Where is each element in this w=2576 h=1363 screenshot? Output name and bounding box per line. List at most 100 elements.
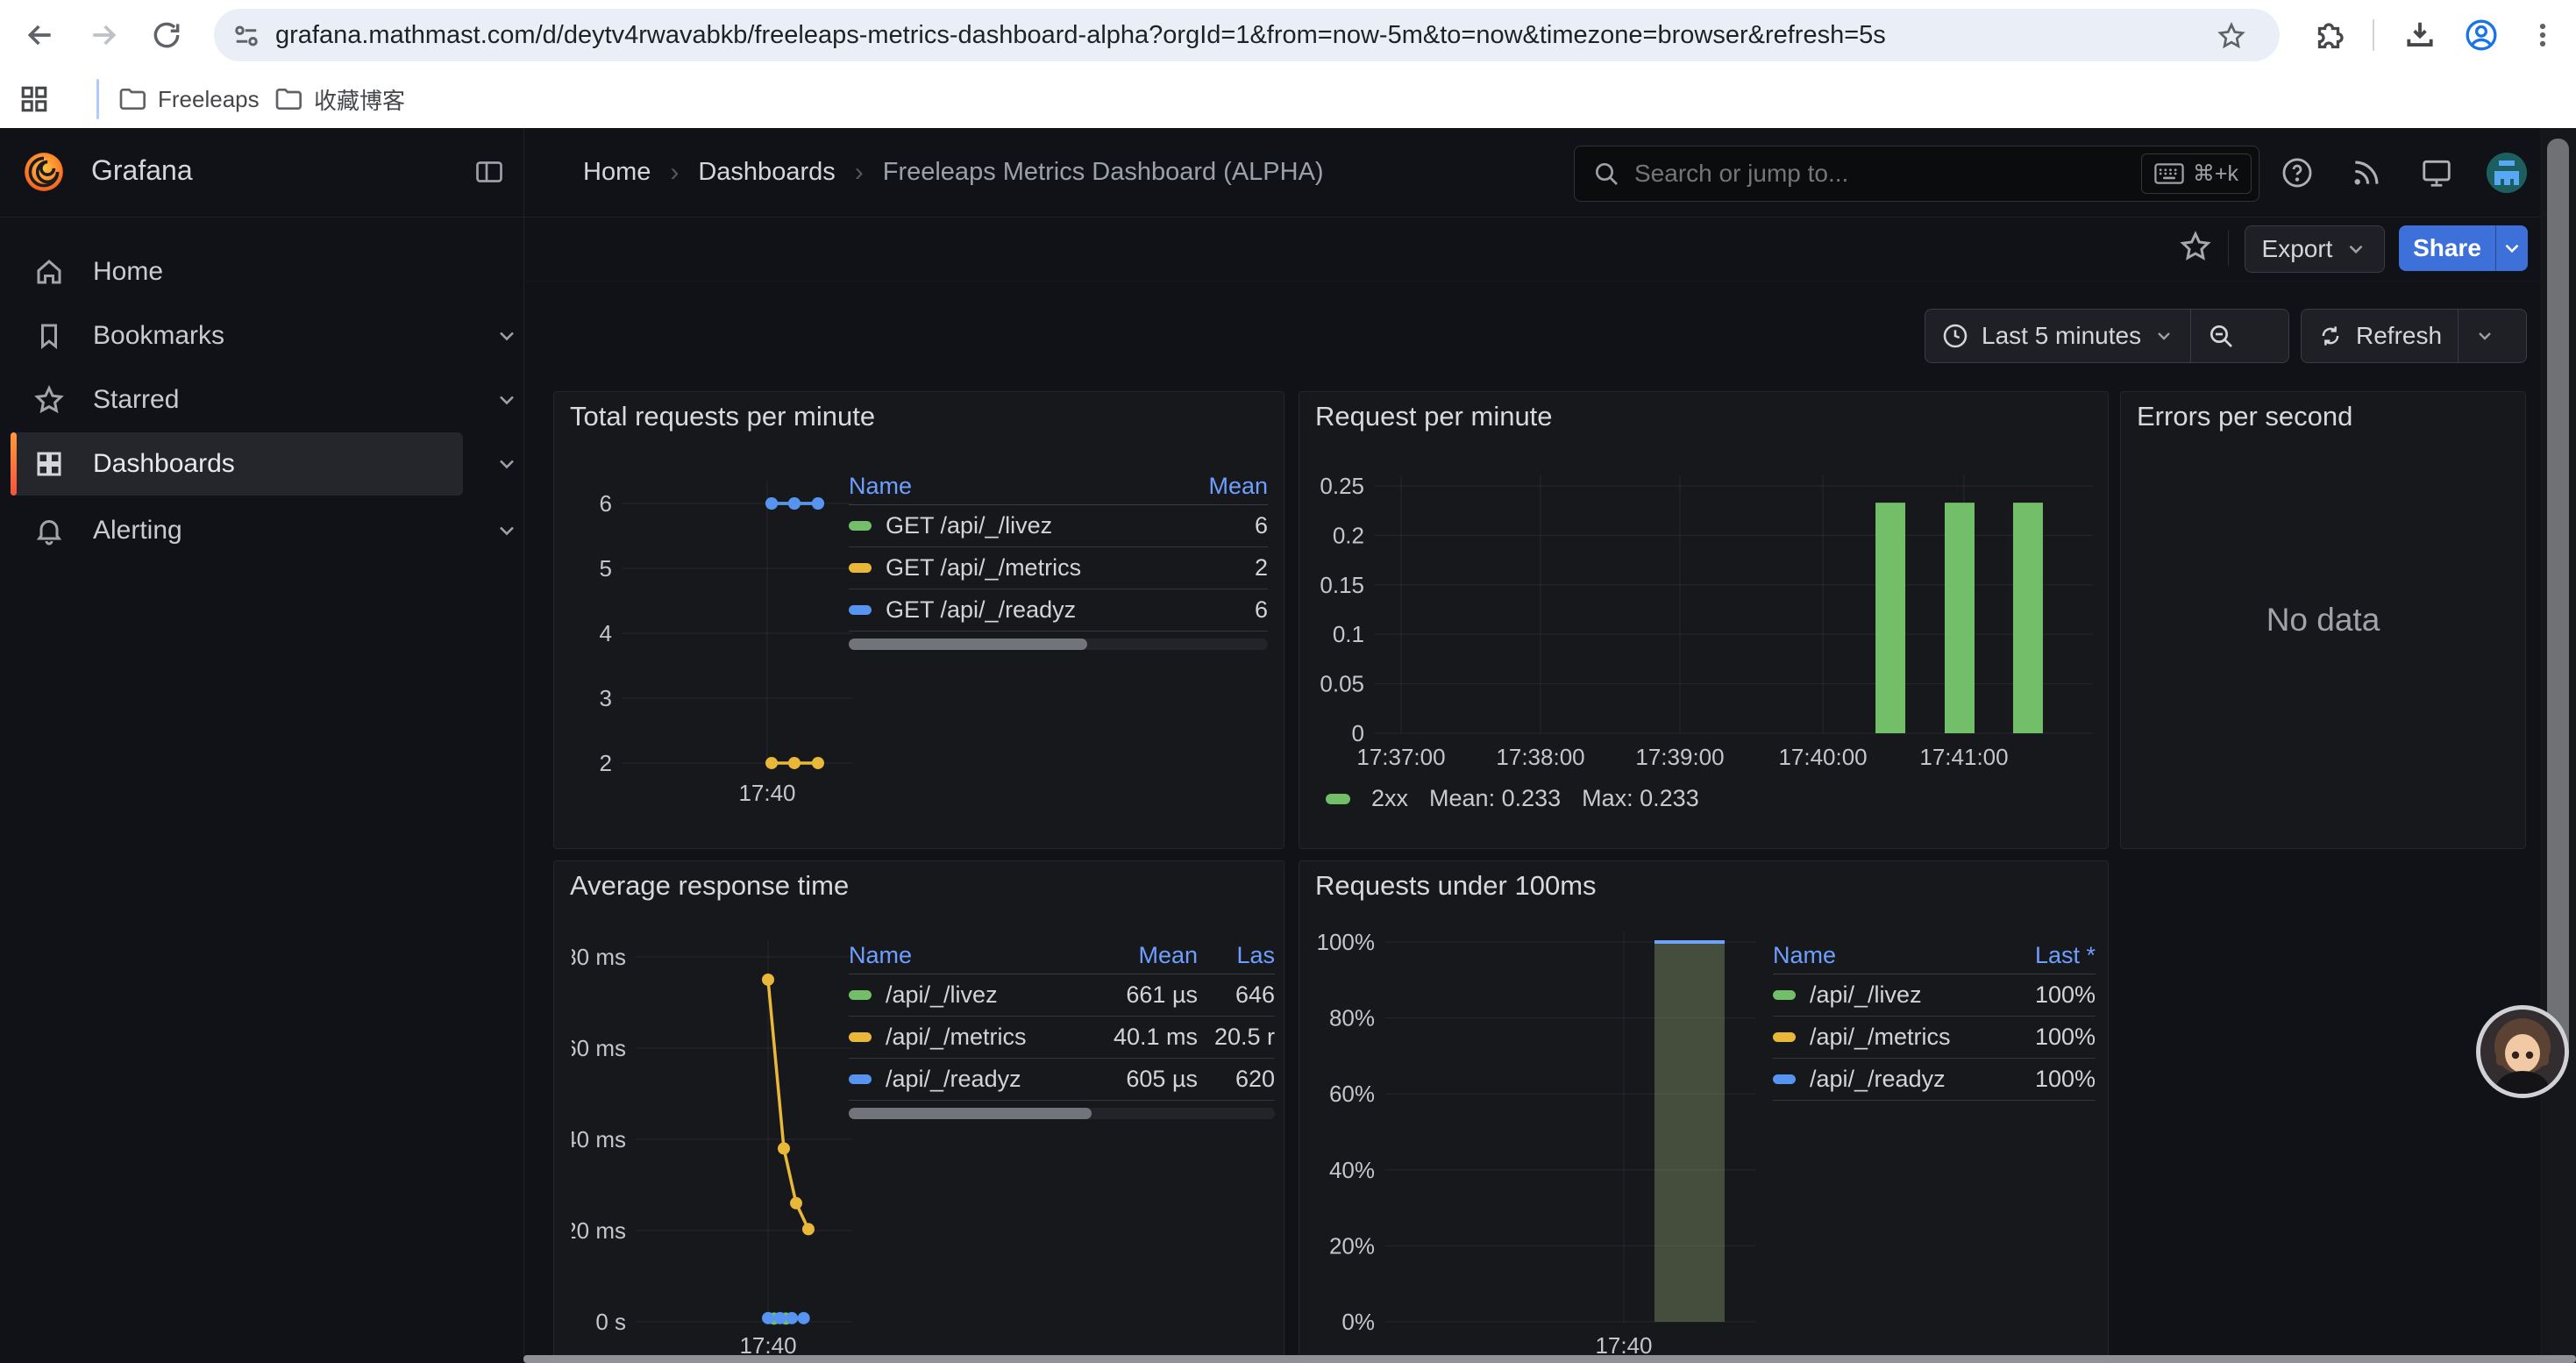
legend-header-cell[interactable]: Name [849, 942, 1066, 969]
legend-series-name[interactable]: /api/_/livez [849, 981, 1066, 1009]
search-icon [1592, 160, 1620, 188]
time-range-picker[interactable]: Last 5 minutes [1925, 310, 2190, 362]
dashboard-actions-row: Export Share [523, 217, 2576, 282]
sidebar-item-starred[interactable]: Starred [11, 368, 463, 432]
brand-title[interactable]: Grafana [91, 154, 193, 187]
legend-series-name[interactable]: /api/_/readyz [1773, 1066, 1999, 1093]
panel-title[interactable]: Average response time [570, 870, 849, 902]
share-menu-chevron-icon[interactable] [2495, 225, 2528, 271]
legend-scrollbar[interactable] [849, 639, 1268, 650]
breadcrumb-dashboards[interactable]: Dashboards [698, 158, 835, 187]
panel-average-response-time[interactable]: Average response time 17:4080 ms60 ms40 … [553, 860, 1284, 1363]
legend-row[interactable]: /api/_/livez661 µs646 [849, 974, 1275, 1017]
user-avatar[interactable] [2487, 153, 2527, 193]
favorite-star-icon[interactable] [2179, 230, 2212, 263]
legend-scrollbar-thumb[interactable] [849, 1108, 1092, 1119]
url-bar[interactable]: grafana.mathmast.com/d/deytv4rwavabkb/fr… [214, 9, 2280, 61]
legend-value: 6 [1189, 596, 1268, 624]
help-icon[interactable] [2281, 156, 2314, 189]
legend-header-row[interactable]: NameMeanLas [849, 937, 1275, 974]
share-label[interactable]: Share [2399, 225, 2495, 271]
bookmark-folder-freeleaps[interactable]: Freeleaps [117, 81, 260, 118]
news-rss-icon[interactable] [2350, 156, 2383, 189]
sidebar-item-alerting[interactable]: Alerting [11, 499, 463, 562]
legend-header-cell[interactable]: Mean [1189, 473, 1268, 500]
panel-request-per-minute[interactable]: Request per minute 17:37:0017:38:0017:39… [1299, 391, 2109, 849]
url-text[interactable]: grafana.mathmast.com/d/deytv4rwavabkb/fr… [275, 21, 1886, 50]
chart-legend[interactable]: 2xx Mean: 0.233 Max: 0.233 [1326, 785, 1699, 812]
legend-series-name[interactable]: 2xx [1371, 785, 1408, 812]
grafana-app: Grafana Home Bookmarks [0, 128, 2576, 1363]
legend-row[interactable]: /api/_/metrics40.1 ms20.5 r [849, 1017, 1275, 1059]
legend-series-name[interactable]: GET /api/_/metrics [849, 554, 1189, 582]
legend-header-cell[interactable]: Mean [1066, 942, 1198, 969]
legend-swatch [849, 1074, 872, 1084]
download-icon[interactable] [2395, 11, 2444, 60]
legend-row[interactable]: GET /api/_/metrics2 [849, 547, 1268, 589]
legend-row[interactable]: /api/_/readyz605 µs620 [849, 1059, 1275, 1101]
panel-requests-under-100ms[interactable]: Requests under 100ms 17:40100%80%60%40%2… [1299, 860, 2109, 1363]
kiosk-monitor-icon[interactable] [2420, 156, 2453, 189]
legend-series-name[interactable]: /api/_/livez [1773, 981, 1999, 1009]
breadcrumb-home[interactable]: Home [583, 158, 651, 187]
horizontal-scrollbar[interactable] [523, 1355, 2576, 1363]
legend-series-name[interactable]: GET /api/_/livez [849, 512, 1189, 539]
assistant-avatar[interactable] [2476, 1005, 2569, 1098]
share-button[interactable]: Share [2399, 225, 2528, 271]
legend-series-name[interactable]: /api/_/metrics [849, 1024, 1066, 1051]
legend-series-name[interactable]: /api/_/metrics [1773, 1024, 1999, 1051]
legend-row[interactable]: /api/_/readyz100% [1773, 1059, 2096, 1101]
svg-text:60 ms: 60 ms [572, 1035, 626, 1061]
legend-row[interactable]: /api/_/metrics100% [1773, 1017, 2096, 1059]
legend-row[interactable]: GET /api/_/readyz6 [849, 589, 1268, 632]
sidebar-item-bookmarks[interactable]: Bookmarks [11, 304, 463, 368]
svg-text:0.05: 0.05 [1320, 671, 1364, 697]
legend-series-name[interactable]: /api/_/readyz [849, 1066, 1066, 1093]
profile-icon[interactable] [2457, 11, 2506, 60]
legend-scrollbar-thumb[interactable] [849, 639, 1087, 650]
extensions-icon[interactable] [2304, 11, 2353, 60]
refresh-interval-dropdown[interactable] [2459, 310, 2511, 362]
search-input[interactable] [1633, 159, 2141, 189]
bookmark-folder-blogs[interactable]: 收藏博客 [274, 81, 405, 118]
panel-title[interactable]: Requests under 100ms [1315, 870, 1597, 902]
browser-menu-icon[interactable] [2518, 11, 2567, 60]
active-indicator [11, 432, 17, 496]
reload-icon[interactable] [142, 11, 191, 60]
grafana-logo[interactable] [21, 149, 67, 195]
chevron-down-icon[interactable] [495, 388, 519, 412]
legend-header-cell[interactable]: Las [1198, 942, 1275, 969]
apps-grid-icon[interactable] [19, 81, 49, 118]
legend-header-row[interactable]: NameLast * [1773, 937, 2096, 974]
breadcrumb: Home › Dashboards › Freeleaps Metrics Da… [583, 128, 1324, 217]
zoom-out-button[interactable] [2191, 310, 2251, 362]
chevron-down-icon[interactable] [495, 324, 519, 348]
panel-title[interactable]: Total requests per minute [570, 401, 875, 432]
vertical-scrollbar[interactable] [2547, 139, 2569, 1055]
legend-header-cell[interactable]: Name [1773, 942, 1999, 969]
chart-request-per-minute: 17:37:0017:38:0017:39:0017:40:0017:41:00… [1317, 475, 2093, 774]
refresh-button[interactable]: Refresh [2302, 310, 2458, 362]
bookmark-star-icon[interactable] [2217, 21, 2246, 51]
sidebar-item-home[interactable]: Home [11, 240, 463, 303]
sidebar-toggle-icon[interactable] [473, 156, 505, 188]
legend-header-cell[interactable]: Last * [1999, 942, 2096, 969]
back-icon[interactable] [16, 11, 65, 60]
chevron-down-icon[interactable] [495, 452, 519, 476]
tune-icon[interactable] [233, 23, 260, 49]
legend-row[interactable]: GET /api/_/livez6 [849, 505, 1268, 547]
forward-icon[interactable] [79, 11, 128, 60]
sidebar-item-label: Starred [93, 385, 179, 415]
export-button[interactable]: Export [2245, 225, 2385, 273]
panel-title[interactable]: Request per minute [1315, 401, 1553, 432]
panel-total-requests-per-minute[interactable]: Total requests per minute 17:4065432 Nam… [553, 391, 1284, 849]
panel-errors-per-second[interactable]: Errors per second No data [2120, 391, 2526, 849]
legend-header-row[interactable]: NameMean [849, 467, 1268, 505]
legend-series-name[interactable]: GET /api/_/readyz [849, 596, 1189, 624]
legend-scrollbar[interactable] [849, 1108, 1275, 1119]
search-input-wrapper[interactable]: ⌘+k [1574, 146, 2259, 202]
legend-header-cell[interactable]: Name [849, 473, 1189, 500]
sidebar-item-dashboards[interactable]: Dashboards [11, 432, 463, 496]
chevron-down-icon[interactable] [495, 518, 519, 543]
legend-row[interactable]: /api/_/livez100% [1773, 974, 2096, 1017]
